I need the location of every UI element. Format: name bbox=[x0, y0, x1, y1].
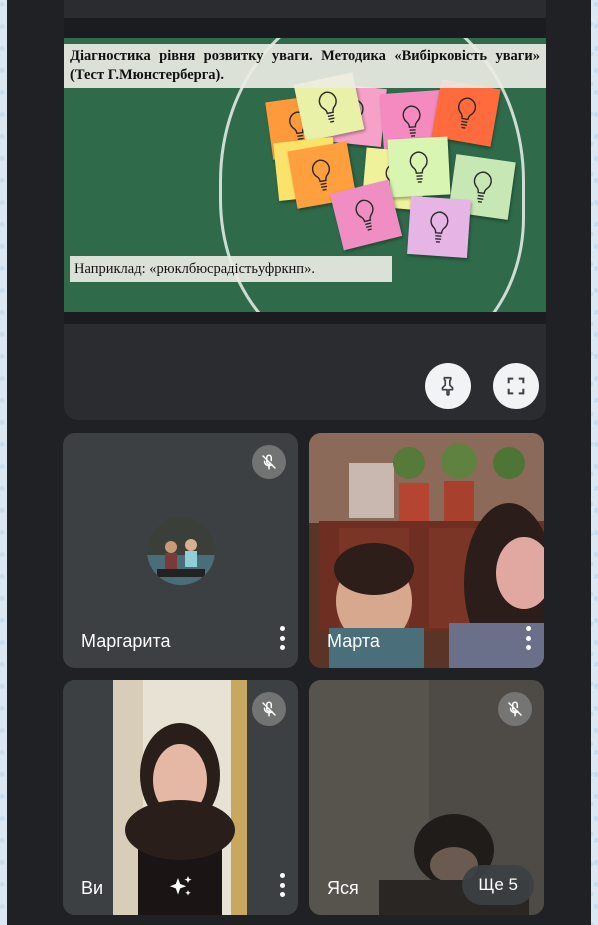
mic-off-icon bbox=[498, 692, 532, 726]
participant-name: Ви bbox=[81, 878, 104, 898]
presentation-card: Діагностика рівня розвитку уваги. Методи… bbox=[64, 0, 546, 420]
participant-tile-self[interactable]: Ви bbox=[63, 680, 298, 915]
fullscreen-button[interactable] bbox=[493, 363, 539, 409]
participant-tile-yasya[interactable]: Яся Ще 5 bbox=[309, 680, 544, 915]
participant-name: Марта bbox=[327, 631, 380, 651]
slide-title: Діагностика рівня розвитку уваги. Методи… bbox=[64, 44, 546, 88]
meet-call-screen: Діагностика рівня розвитку уваги. Методи… bbox=[7, 0, 591, 925]
more-participants-button[interactable]: Ще 5 bbox=[462, 865, 534, 905]
avatar bbox=[147, 517, 215, 585]
more-options-button[interactable] bbox=[276, 873, 288, 897]
more-options-button[interactable] bbox=[522, 626, 534, 650]
participant-name: Маргарита bbox=[81, 631, 171, 651]
participant-name: Яся bbox=[327, 878, 359, 898]
pin-icon bbox=[441, 376, 454, 396]
more-options-button[interactable] bbox=[276, 626, 288, 650]
mic-off-icon bbox=[252, 692, 286, 726]
participant-tile-marta[interactable]: Марта bbox=[309, 433, 544, 668]
slide-bottom-strip bbox=[64, 312, 546, 324]
slide-example-text: Наприклад: «рюклбюсрадістьуфркнп». bbox=[70, 256, 392, 282]
slide-top-strip bbox=[64, 18, 546, 38]
participant-tile-margaryta[interactable]: Маргарита bbox=[63, 433, 298, 668]
fullscreen-icon bbox=[507, 377, 525, 395]
pin-button[interactable] bbox=[425, 363, 471, 409]
presentation-slide: Діагностика рівня розвитку уваги. Методи… bbox=[64, 38, 546, 312]
sparkle-effects-icon[interactable] bbox=[167, 873, 195, 901]
sticky-note bbox=[407, 195, 471, 259]
mic-off-icon bbox=[252, 445, 286, 479]
sticky-note bbox=[387, 136, 451, 198]
